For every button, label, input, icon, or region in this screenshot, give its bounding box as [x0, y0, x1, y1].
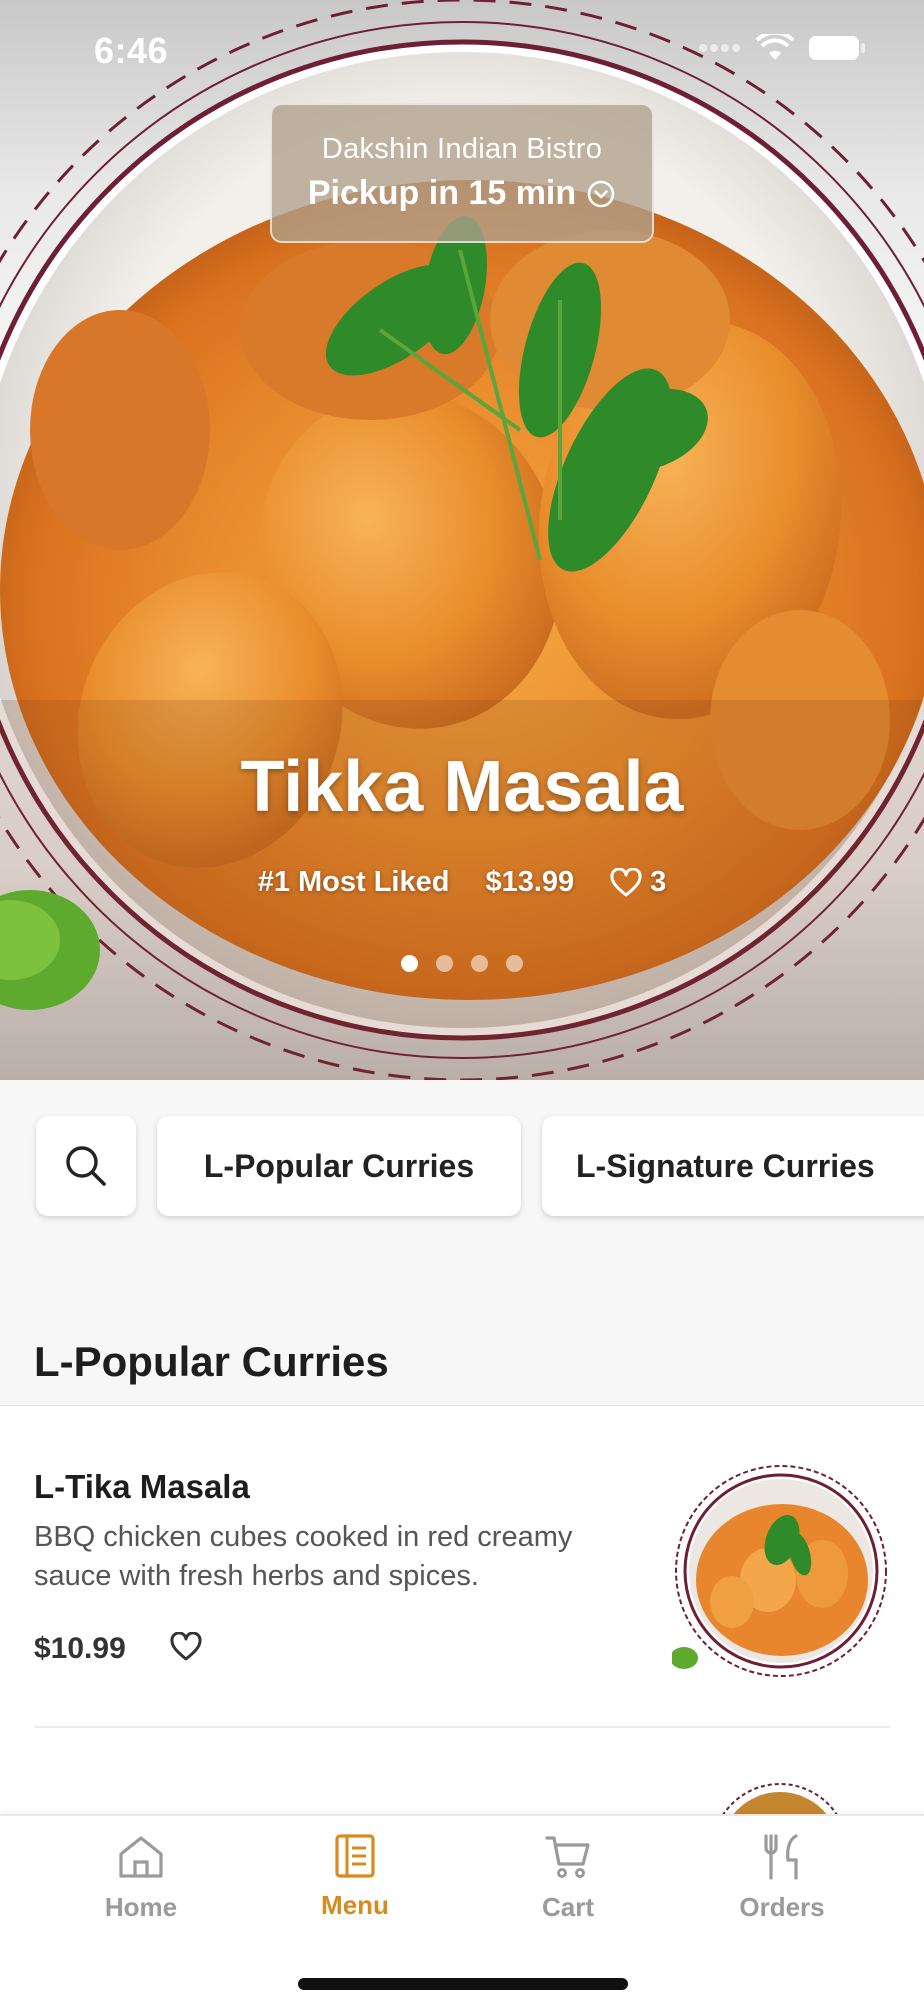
store-name: Dakshin Indian Bistro [321, 133, 603, 165]
carousel-dot[interactable] [401, 955, 418, 972]
hero-banner[interactable]: 6:46 Dakshin Indian Bistro Pickup in 15 … [0, 0, 924, 1080]
search-icon [66, 1146, 106, 1186]
tab-label: Menu [321, 1890, 389, 1920]
favorite-button[interactable] [170, 1631, 202, 1667]
featured-likes-count: 3 [650, 866, 667, 898]
menu-item-image [672, 1465, 887, 1677]
featured-price: $13.99 [485, 866, 575, 898]
featured-dish-meta: #1 Most Liked $13.99 3 [0, 866, 924, 899]
category-chip-signature-curries[interactable]: L-Signature Curries [542, 1116, 924, 1216]
chevron-down-circle-icon [587, 180, 615, 207]
wifi-icon [756, 34, 794, 60]
menu-icon [335, 1834, 375, 1878]
carousel-dot[interactable] [471, 955, 488, 972]
menu-list: L-Tika Masala BBQ chicken cubes cooked i… [0, 1406, 924, 1816]
tab-cart[interactable]: Cart [478, 1834, 658, 1923]
tab-bar: Home Menu Cart Orders [0, 1814, 924, 2000]
menu-item-price: $10.99 [34, 1632, 126, 1665]
tab-home[interactable]: Home [51, 1834, 231, 1923]
featured-likes[interactable]: 3 [610, 866, 666, 899]
pickup-time: Pickup in 15 min [307, 174, 577, 212]
menu-item-name: L-Tika Masala [34, 1468, 250, 1505]
heart-icon [610, 867, 642, 896]
home-icon [119, 1836, 163, 1878]
tab-menu[interactable]: Menu [265, 1834, 445, 1921]
carousel-dot[interactable] [506, 955, 523, 972]
category-chip-popular-curries[interactable]: L-Popular Curries [157, 1116, 521, 1216]
section-title: L-Popular Curries [34, 1338, 389, 1385]
carousel-dot[interactable] [436, 955, 453, 972]
featured-tag: #1 Most Liked [257, 866, 450, 898]
menu-item-image [721, 1783, 839, 1816]
status-icons [698, 34, 866, 62]
tab-label: Orders [739, 1892, 825, 1922]
orders-icon [764, 1834, 798, 1880]
tab-label: Cart [541, 1892, 594, 1922]
search-button[interactable] [36, 1116, 136, 1216]
pickup-selector[interactable]: Dakshin Indian Bistro Pickup in 15 min [270, 103, 654, 243]
heart-icon [170, 1631, 202, 1661]
cart-icon [545, 1836, 590, 1878]
menu-item-description: BBQ chicken cubes cooked in red creamy s… [34, 1521, 573, 1592]
status-time: 6:46 [94, 30, 169, 71]
section-header: L-Popular Curries [0, 1310, 924, 1406]
battery-icon [809, 36, 865, 60]
category-bar: L-Popular Curries L-Signature Curries [0, 1080, 924, 1310]
carousel-dots [0, 955, 924, 972]
tab-label: Home [104, 1892, 178, 1922]
item-divider [34, 1726, 890, 1728]
tab-orders[interactable]: Orders [692, 1834, 872, 1923]
featured-dish-title: Tikka Masala [240, 747, 684, 827]
status-bar: 6:46 [0, 0, 924, 104]
signal-icon [699, 44, 740, 52]
home-indicator [298, 1978, 628, 1990]
